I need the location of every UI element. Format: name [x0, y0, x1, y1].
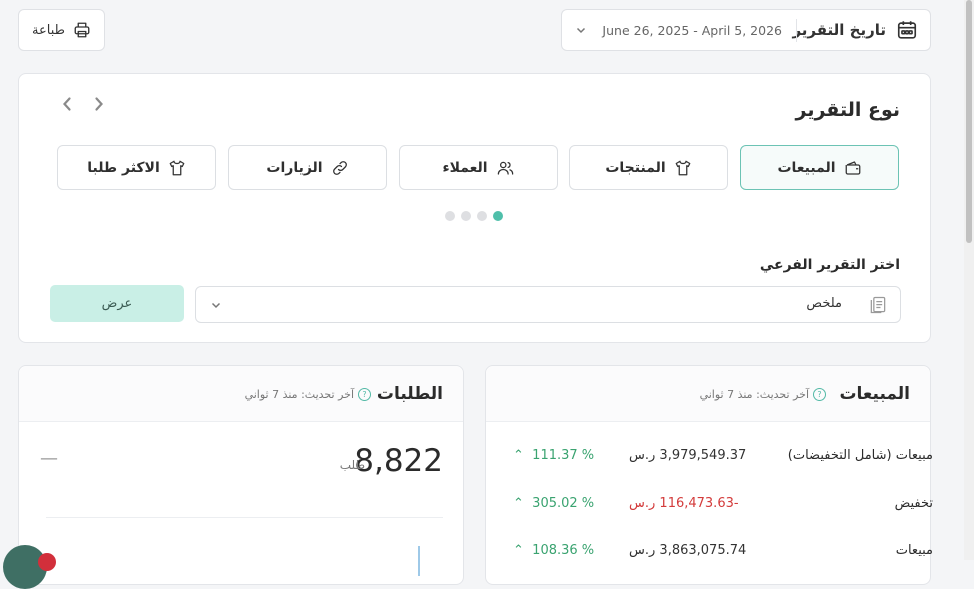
tab-label: العملاء: [442, 159, 488, 176]
previous-arrow-icon[interactable]: [59, 96, 75, 112]
sales-row-value: 3,863,075.74 ر.س: [629, 543, 747, 558]
tab-label: المنتجات: [605, 159, 666, 176]
orders-card: الطلبات ? آخر تحديث: منذ 7 ثواني 8,822 ط…: [18, 365, 464, 585]
carousel-dot[interactable]: [461, 211, 471, 221]
show-button[interactable]: عرض: [50, 285, 184, 322]
shirt-icon: [169, 160, 185, 175]
sales-row-label: تخفيض: [894, 496, 933, 511]
sales-updated: ? آخر تحديث: منذ 7 ثواني: [700, 388, 826, 401]
shirt-icon: [675, 160, 691, 175]
sales-card-header: المبيعات ? آخر تحديث: منذ 7 ثواني: [486, 366, 930, 422]
change-value: 305.02 %: [532, 496, 595, 511]
arrow-up-icon: ⌃: [513, 448, 524, 463]
tab-label: الزيارات: [266, 159, 323, 176]
sales-row-label: مبيعات (شامل التخفيضات): [787, 448, 933, 463]
divider: [796, 19, 797, 42]
print-button[interactable]: طباعة: [18, 9, 105, 51]
chevron-down-icon: [211, 302, 221, 309]
sales-row: تخفيض -116,473.63 ر.س ⌃ 305.02 %: [486, 496, 933, 526]
carousel-dots: [445, 211, 503, 221]
sales-row: مبيعات (شامل التخفيضات) 3,979,549.37 ر.س…: [486, 448, 933, 478]
document-list-icon: [870, 296, 886, 314]
date-title: تاريخ التقرير: [792, 21, 886, 39]
help-icon[interactable]: ?: [358, 388, 371, 401]
orders-chart-bar: [418, 546, 420, 576]
sales-row-label: مبيعات: [895, 543, 933, 558]
orders-updated-text: آخر تحديث: منذ 7 ثواني: [244, 388, 354, 401]
change-value: 111.37 %: [532, 448, 595, 463]
sales-updated-text: آخر تحديث: منذ 7 ثواني: [699, 388, 809, 401]
report-type-title: نوع التقرير: [795, 99, 901, 121]
orders-count: 8,822: [354, 443, 443, 479]
wallet-icon: [845, 160, 860, 175]
sub-report-value: ملخص: [806, 296, 842, 311]
help-icon[interactable]: ?: [813, 388, 826, 401]
tab-visits[interactable]: الزيارات: [228, 145, 387, 190]
tab-customers[interactable]: العملاء: [399, 145, 558, 190]
carousel-dot-active[interactable]: [493, 211, 503, 221]
orders-comparison-placeholder: —: [40, 448, 58, 469]
sub-report-label: اختر التقرير الفرعي: [759, 257, 900, 273]
sales-row-value: 3,979,549.37 ر.س: [629, 448, 747, 463]
orders-updated: ? آخر تحديث: منذ 7 ثواني: [245, 388, 371, 401]
print-label: طباعة: [32, 22, 65, 38]
tab-products[interactable]: المنتجات: [569, 145, 728, 190]
next-arrow-icon[interactable]: [91, 96, 107, 112]
calendar-icon: [897, 21, 917, 39]
chevron-down-icon: [576, 27, 586, 34]
tab-most-ordered[interactable]: الاكثر طلبا: [57, 145, 216, 190]
date-range-value: June 26, 2025 - April 5, 2026: [602, 23, 782, 38]
carousel-dot[interactable]: [477, 211, 487, 221]
orders-unit: طلب: [339, 458, 365, 472]
change-value: 108.36 %: [532, 543, 595, 558]
orders-title: الطلبات: [376, 384, 443, 404]
notification-badge: [38, 553, 56, 571]
sales-row-change: ⌃ 111.37 %: [513, 448, 594, 463]
sales-row-value: -116,473.63 ر.س: [629, 496, 739, 511]
tab-navigation: [59, 96, 107, 112]
divider: [46, 517, 443, 518]
sales-row: مبيعات 3,863,075.74 ر.س ⌃ 108.36 %: [486, 543, 933, 573]
scrollbar-thumb[interactable]: [966, 0, 972, 243]
sales-title: المبيعات: [839, 384, 910, 404]
carousel-dot[interactable]: [445, 211, 455, 221]
orders-card-header: الطلبات ? آخر تحديث: منذ 7 ثواني: [19, 366, 463, 422]
link-icon: [332, 160, 347, 175]
tab-label: الاكثر طلبا: [87, 159, 160, 176]
sub-report-select[interactable]: ملخص: [195, 286, 901, 323]
tab-sales[interactable]: المبيعات: [740, 145, 899, 190]
arrow-up-icon: ⌃: [513, 543, 524, 558]
printer-icon: [74, 22, 90, 38]
sales-card: المبيعات ? آخر تحديث: منذ 7 ثواني مبيعات…: [485, 365, 933, 585]
sales-row-change: ⌃ 305.02 %: [513, 496, 594, 511]
report-type-card: نوع التقرير المبيعات المنتجات العملاء ال…: [18, 73, 931, 343]
date-range-picker[interactable]: تاريخ التقرير June 26, 2025 - April 5, 2…: [561, 9, 931, 51]
sales-row-change: ⌃ 108.36 %: [513, 543, 594, 558]
arrow-up-icon: ⌃: [513, 496, 524, 511]
tab-label: المبيعات: [777, 159, 836, 176]
users-icon: [497, 161, 513, 175]
